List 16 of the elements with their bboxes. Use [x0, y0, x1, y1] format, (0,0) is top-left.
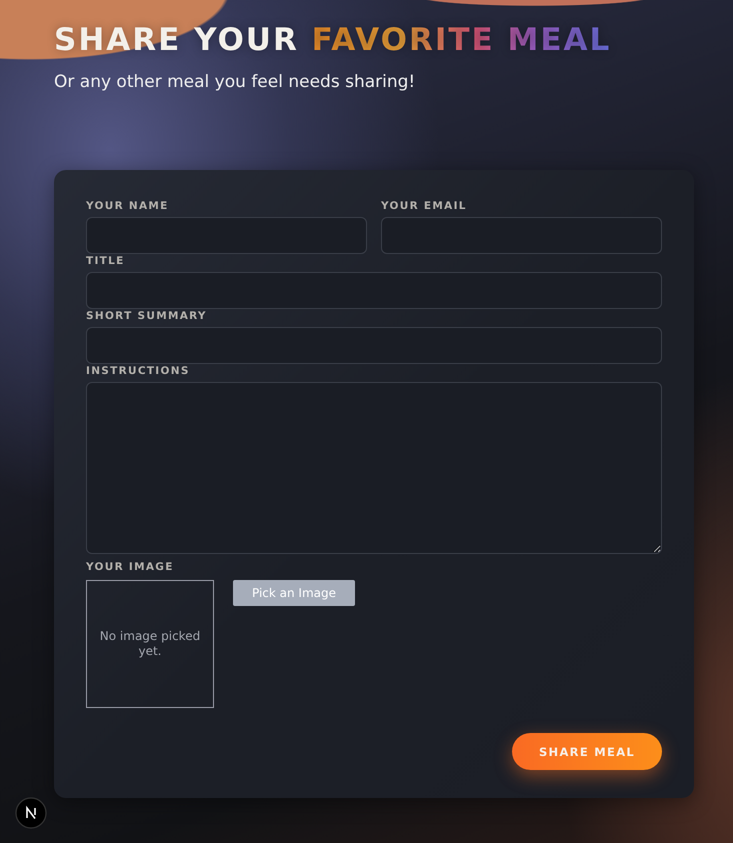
preview-text: No image picked yet.: [98, 629, 202, 659]
share-meal-button[interactable]: SHARE MEAL: [512, 733, 662, 770]
text-area[interactable]: [86, 382, 662, 554]
pick-image-button[interactable]: Pick an Image: [233, 580, 355, 606]
text-field[interactable]: [86, 327, 662, 364]
logo-icon[interactable]: [15, 797, 47, 829]
field-label: YOUR NAME: [86, 200, 169, 212]
field-label: YOUR IMAGE: [86, 561, 174, 573]
text-field[interactable]: [86, 217, 367, 254]
page-subtitle: Or any other meal you feel needs sharing!: [54, 72, 416, 92]
text-field[interactable]: [86, 272, 662, 309]
field-label: TITLE: [86, 255, 125, 267]
field-label: SHORT SUMMARY: [86, 310, 207, 322]
text-field[interactable]: [381, 217, 662, 254]
field-label: YOUR EMAIL: [381, 200, 467, 212]
field-label: INSTRUCTIONS: [86, 365, 190, 377]
